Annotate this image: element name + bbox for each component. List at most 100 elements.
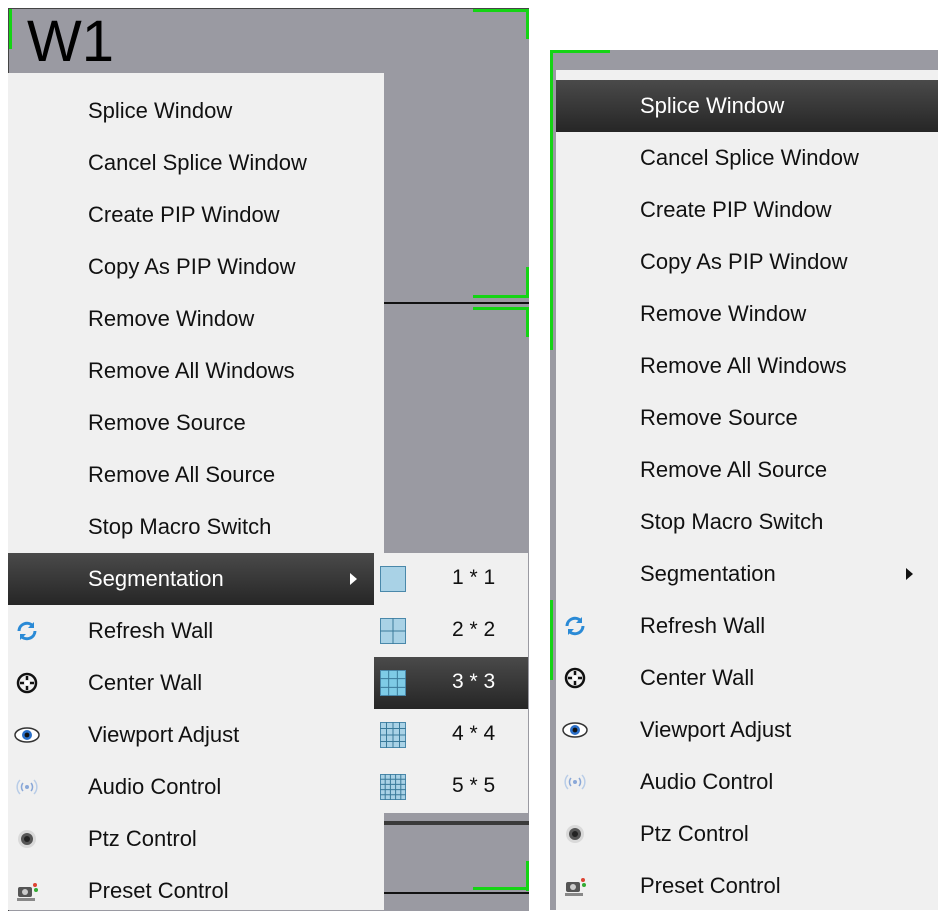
corner-marker [526, 861, 529, 891]
menu-item-remove-window[interactable]: Remove Window [8, 293, 384, 345]
menu-item-label: Remove Source [88, 410, 246, 435]
refresh-icon [14, 618, 40, 644]
menu-item-label: Splice Window [88, 98, 233, 123]
ptz-camera-icon [14, 826, 40, 852]
menu-item-remove-all-source[interactable]: Remove All Source [556, 444, 938, 496]
eye-icon [562, 717, 588, 743]
menu-item-preset-control[interactable]: Preset Control [556, 860, 938, 912]
menu-item-remove-all-windows[interactable]: Remove All Windows [8, 345, 384, 397]
menu-item-label: Remove Window [88, 306, 255, 331]
menu-item-remove-all-source[interactable]: Remove All Source [8, 449, 384, 501]
menu-item-cancel-splice-window[interactable]: Cancel Splice Window [8, 137, 384, 189]
grid-2x2-icon [380, 618, 406, 644]
submenu-item-5-5[interactable]: 5 * 5 [374, 761, 528, 813]
menu-item-splice-window[interactable]: Splice Window [8, 85, 384, 137]
preset-camera-icon [562, 873, 588, 899]
menu-item-label: Stop Macro Switch [640, 509, 824, 534]
menu-item-create-pip-window[interactable]: Create PIP Window [556, 184, 938, 236]
eye-icon [14, 722, 40, 748]
menu-item-refresh-wall[interactable]: Refresh Wall [8, 605, 384, 657]
menu-item-remove-all-windows[interactable]: Remove All Windows [556, 340, 938, 392]
menu-item-label: Cancel Splice Window [88, 150, 307, 175]
menu-item-refresh-wall[interactable]: Refresh Wall [556, 600, 938, 652]
menu-item-viewport-adjust[interactable]: Viewport Adjust [556, 704, 938, 756]
menu-item-label: Viewport Adjust [640, 717, 792, 742]
crosshair-icon [14, 670, 40, 696]
menu-item-label: Create PIP Window [640, 197, 832, 222]
menu-item-label: Splice Window [640, 93, 785, 118]
corner-marker [526, 267, 529, 297]
menu-item-label: Ptz Control [88, 826, 197, 851]
menu-item-label: Copy As PIP Window [88, 254, 296, 279]
submenu-item-1-1[interactable]: 1 * 1 [374, 553, 528, 605]
menu-item-label: Audio Control [640, 769, 774, 794]
menu-item-cancel-splice-window[interactable]: Cancel Splice Window [556, 132, 938, 184]
menu-item-preset-control[interactable]: Preset Control [8, 865, 384, 917]
corner-marker [9, 9, 12, 49]
corner-marker [473, 9, 529, 12]
window-label: W1 [27, 9, 114, 74]
menu-item-label: Center Wall [88, 670, 203, 695]
crosshair-icon [562, 665, 588, 691]
corner-marker [550, 600, 553, 680]
menu-item-stop-macro-switch[interactable]: Stop Macro Switch [556, 496, 938, 548]
submenu-arrow-icon [906, 568, 913, 580]
menu-item-segmentation[interactable]: Segmentation [556, 548, 938, 600]
menu-item-label: Cancel Splice Window [640, 145, 859, 170]
menu-item-label: Remove Window [640, 301, 807, 326]
menu-item-label: Remove Source [640, 405, 798, 430]
menu-item-segmentation[interactable]: Segmentation [8, 553, 384, 605]
menu-item-center-wall[interactable]: Center Wall [556, 652, 938, 704]
menu-item-label: Segmentation [88, 566, 224, 591]
menu-item-ptz-control[interactable]: Ptz Control [8, 813, 384, 865]
submenu-item-label: 3 * 3 [452, 670, 496, 693]
submenu-item-3-3[interactable]: 3 * 3 [374, 657, 528, 709]
menu-item-remove-source[interactable]: Remove Source [8, 397, 384, 449]
menu-item-copy-as-pip-window[interactable]: Copy As PIP Window [8, 241, 384, 293]
menu-item-remove-source[interactable]: Remove Source [556, 392, 938, 444]
menu-item-label: Preset Control [88, 878, 229, 903]
refresh-icon [562, 613, 588, 639]
menu-item-label: Segmentation [640, 561, 776, 586]
menu-item-label: Ptz Control [640, 821, 749, 846]
submenu-item-2-2[interactable]: 2 * 2 [374, 605, 528, 657]
grid-1x1-icon [380, 566, 406, 592]
menu-item-label: Remove All Windows [88, 358, 295, 383]
menu-item-remove-window[interactable]: Remove Window [556, 288, 938, 340]
grid-3x3-icon [380, 670, 406, 696]
menu-item-create-pip-window[interactable]: Create PIP Window [8, 189, 384, 241]
submenu-item-label: 1 * 1 [452, 566, 496, 589]
menu-item-label: Remove All Source [88, 462, 276, 487]
submenu-item-4-4[interactable]: 4 * 4 [374, 709, 528, 761]
menu-item-viewport-adjust[interactable]: Viewport Adjust [8, 709, 384, 761]
menu-item-center-wall[interactable]: Center Wall [8, 657, 384, 709]
menu-item-label: Center Wall [640, 665, 755, 690]
corner-marker [526, 9, 529, 39]
menu-item-copy-as-pip-window[interactable]: Copy As PIP Window [556, 236, 938, 288]
menu-item-stop-macro-switch[interactable]: Stop Macro Switch [8, 501, 384, 553]
menu-item-audio-control[interactable]: Audio Control [8, 761, 384, 813]
corner-marker [550, 50, 553, 350]
corner-marker [526, 307, 529, 337]
menu-item-label: Remove All Source [640, 457, 828, 482]
grid-4x4-icon [380, 722, 406, 748]
menu-item-label: Copy As PIP Window [640, 249, 848, 274]
dark-strip [384, 821, 529, 825]
submenu-arrow-icon [350, 573, 357, 585]
menu-item-audio-control[interactable]: Audio Control [556, 756, 938, 808]
menu-item-splice-window[interactable]: Splice Window [556, 80, 938, 132]
context-menu-left: Splice Window Cancel Splice Window Create … [8, 73, 384, 910]
window-divider [384, 892, 529, 894]
grid-5x5-icon [380, 774, 406, 800]
preset-camera-icon [14, 878, 40, 904]
audio-wave-icon [562, 769, 588, 795]
segmentation-submenu: 1 * 1 2 * 2 3 * 3 4 * 4 5 * 5 [374, 553, 528, 813]
submenu-item-label: 2 * 2 [452, 618, 496, 641]
audio-wave-icon [14, 774, 40, 800]
menu-item-label: Stop Macro Switch [88, 514, 272, 539]
submenu-item-label: 4 * 4 [452, 722, 496, 745]
window-divider [384, 302, 529, 304]
corner-marker [550, 50, 610, 53]
menu-item-ptz-control[interactable]: Ptz Control [556, 808, 938, 860]
menu-item-label: Preset Control [640, 873, 781, 898]
